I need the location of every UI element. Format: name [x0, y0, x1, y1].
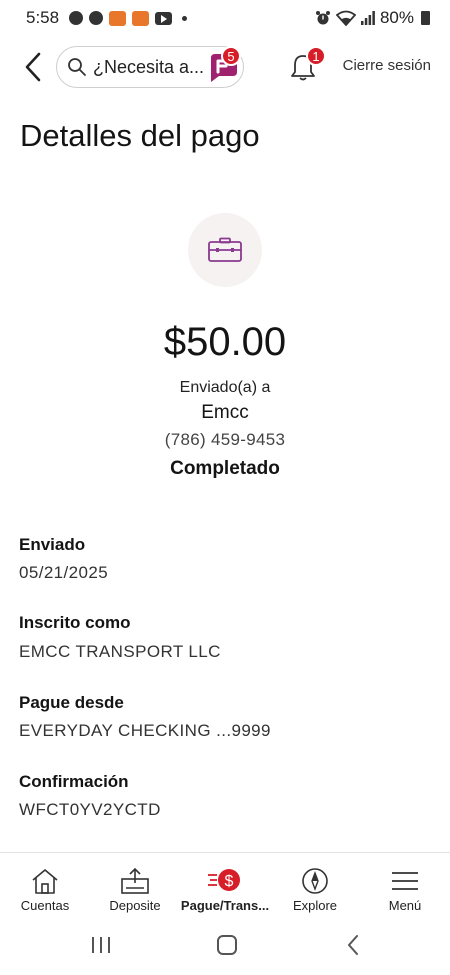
status-right: 80%: [315, 8, 430, 28]
nav-label-accounts: Cuentas: [20, 898, 70, 913]
battery-percent: 80%: [379, 8, 414, 27]
signal-icon: [360, 11, 375, 25]
nav-item-explore[interactable]: Explore: [270, 853, 360, 919]
assistant-count-badge: 5: [221, 46, 241, 66]
search-placeholder: ¿Necesita a...: [93, 56, 205, 77]
app-header: ¿Necesita a... 5 1 Cierre sesión: [0, 44, 450, 90]
search-input[interactable]: ¿Necesita a... 5: [56, 46, 244, 88]
payment-amount: $50.00: [163, 320, 287, 364]
more-notifications-dot: [182, 15, 188, 21]
system-nav-bar: [0, 918, 450, 975]
page-title: Detalles del pago: [20, 118, 260, 153]
logout-link[interactable]: Cierre sesión: [343, 57, 431, 74]
app-notification-icon-2: [132, 10, 150, 26]
nav-item-accounts[interactable]: Cuentas: [0, 853, 90, 919]
app-notification-icon: [109, 10, 127, 26]
pay-transfer-icon: $: [208, 869, 240, 891]
nav-item-pay-transfer[interactable]: $ Pague/Trans...: [180, 853, 270, 919]
home-icon: [32, 869, 58, 894]
chat-icon: [89, 11, 104, 25]
nav-item-menu[interactable]: Menú: [360, 853, 450, 919]
status-time: 5:58: [26, 8, 60, 27]
payment-status: Completado: [170, 458, 280, 479]
wifi-icon: [335, 10, 356, 26]
nav-label-explore: Explore: [292, 898, 338, 913]
menu-icon: [392, 872, 418, 890]
battery-icon: [421, 11, 430, 25]
nav-label-menu: Menú: [388, 898, 422, 913]
wallet-icon-circle: [188, 213, 262, 287]
payee-phone: (786) 459-9453: [164, 430, 286, 449]
status-bar: 5:58 80%: [0, 0, 450, 36]
youtube-icon: [155, 11, 173, 25]
compass-icon: [302, 868, 328, 894]
detail-label-sent: Enviado: [19, 535, 86, 554]
bottom-nav: Cuentas Deposite $ Pague/Trans... Explor…: [0, 852, 450, 918]
home-button-icon[interactable]: [215, 932, 239, 958]
detail-value-confirmation-number: WFCT0YV2YCTD: [19, 800, 161, 819]
alarm-icon: [315, 11, 330, 25]
detail-value-enrolled-name: EMCC TRANSPORT LLC: [19, 642, 221, 661]
recent-apps-icon[interactable]: [90, 932, 112, 958]
payee-name: Emcc: [201, 402, 249, 423]
deposit-icon: [121, 867, 149, 894]
nav-label-deposit: Deposite: [109, 898, 161, 913]
nav-label-pay-transfer: Pague/Trans...: [180, 898, 270, 913]
briefcase-icon: [208, 237, 242, 262]
search-icon: [68, 58, 86, 76]
detail-label-confirmation: Confirmación: [19, 772, 129, 791]
sent-to-label: Enviado(a) a: [179, 379, 271, 396]
system-back-icon[interactable]: [343, 932, 363, 958]
status-left: 5:58: [26, 8, 188, 28]
svg-text:$: $: [225, 873, 234, 890]
detail-value-pay-from-account: EVERYDAY CHECKING ...9999: [19, 721, 271, 740]
assistant-button[interactable]: 5: [207, 46, 241, 84]
messenger-icon: [69, 11, 84, 25]
back-arrow-icon[interactable]: [20, 51, 48, 83]
detail-value-sent-date: 05/21/2025: [19, 563, 109, 582]
nav-item-deposit[interactable]: Deposite: [90, 853, 180, 919]
detail-label-enrolled-as: Inscrito como: [19, 613, 131, 632]
detail-label-pay-from: Pague desde: [19, 693, 124, 712]
notification-count-badge: 1: [306, 46, 326, 66]
